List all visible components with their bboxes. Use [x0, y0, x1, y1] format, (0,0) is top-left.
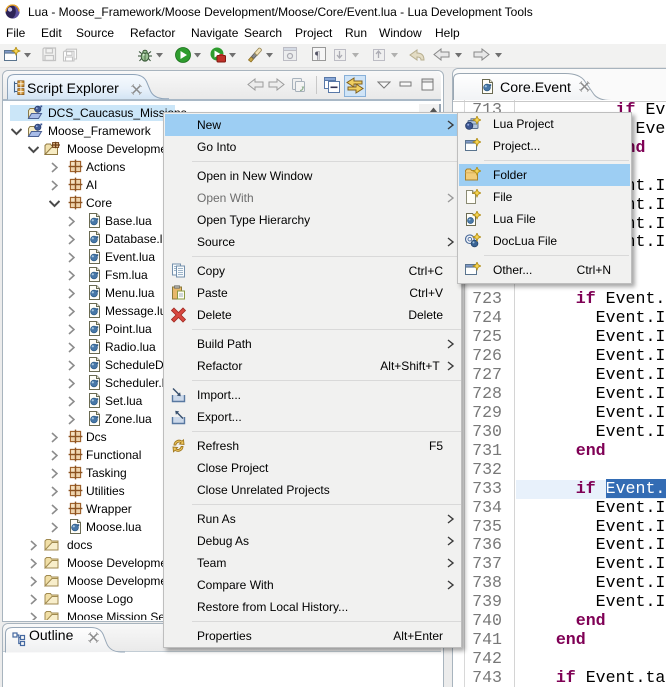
svg-text:¶: ¶ [315, 50, 320, 62]
